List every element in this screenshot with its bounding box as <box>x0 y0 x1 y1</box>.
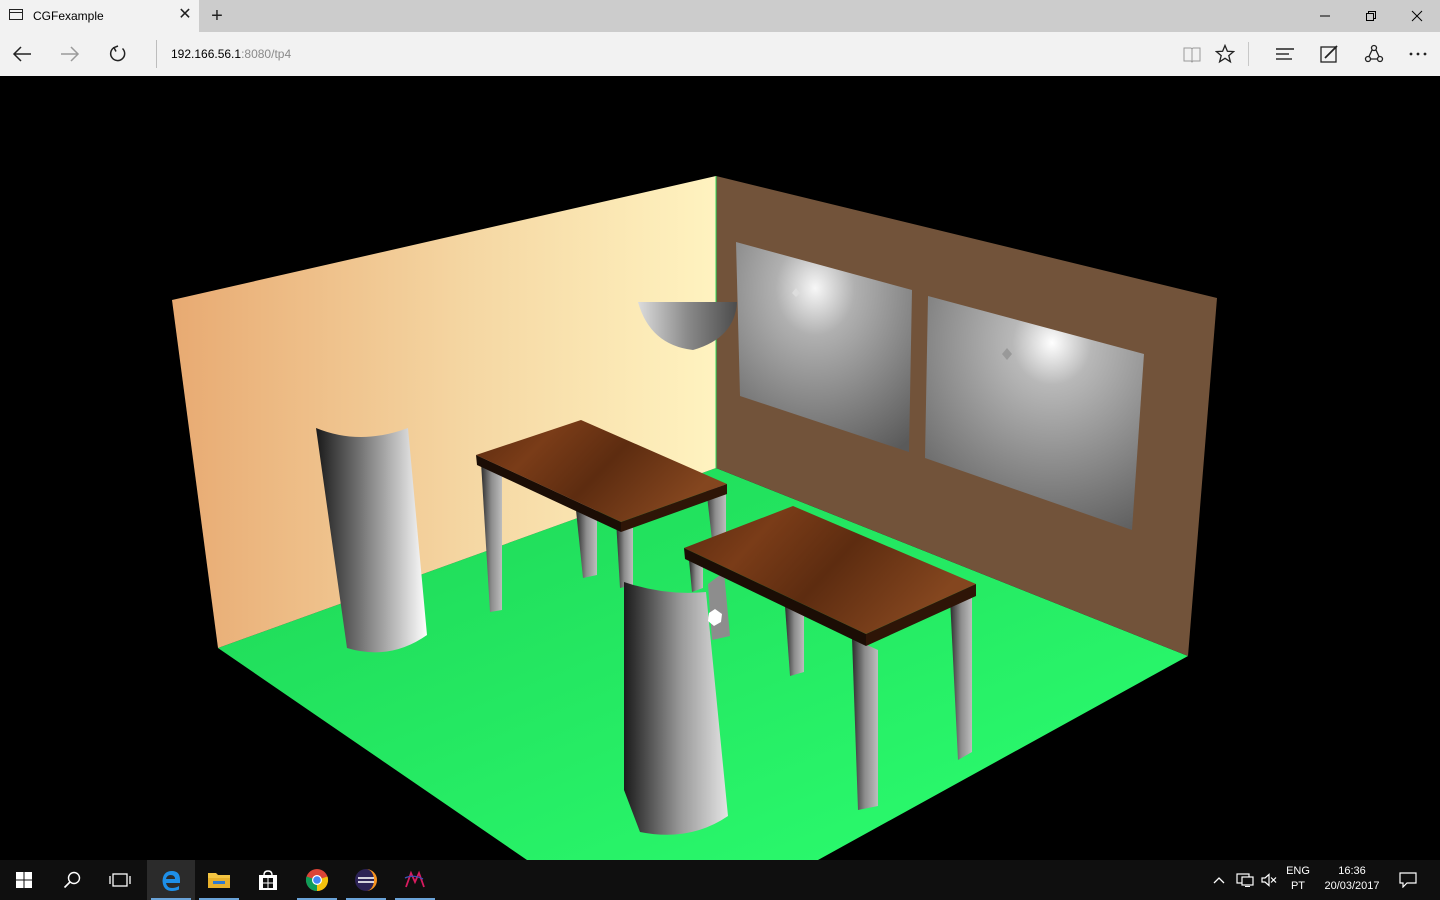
clock-time: 16:36 <box>1338 865 1366 877</box>
notification-icon <box>1399 872 1417 888</box>
minimize-button[interactable] <box>1302 0 1348 32</box>
clock-button[interactable]: 16:36 20/03/2017 <box>1318 864 1386 894</box>
taskbar-chrome[interactable] <box>293 860 341 900</box>
close-window-button[interactable] <box>1394 0 1440 32</box>
forward-button[interactable] <box>48 32 92 76</box>
share-button[interactable] <box>1352 32 1396 76</box>
taskbar-eclipse[interactable] <box>342 860 390 900</box>
forward-arrow-icon <box>61 46 80 62</box>
tab-cgfexample[interactable]: CGFexample ✕ <box>0 0 199 32</box>
reading-view-icon <box>1183 47 1201 63</box>
address-toolbar: 192.166.56.1:8080/tp4 <box>0 32 1440 76</box>
page-icon <box>9 9 23 20</box>
star-icon <box>1215 44 1235 64</box>
task-view-button[interactable] <box>96 860 144 900</box>
search-icon <box>63 871 81 889</box>
taskbar: ENG PT 16:36 20/03/2017 <box>0 860 1440 900</box>
url-path: :8080/tp4 <box>241 47 292 61</box>
taskbar-app[interactable] <box>391 860 439 900</box>
tab-strip: CGFexample ✕ + <box>0 0 1440 32</box>
hub-button[interactable] <box>1263 32 1307 76</box>
address-divider <box>156 40 157 68</box>
taskbar-store[interactable] <box>244 860 292 900</box>
app-logo-icon <box>404 870 425 888</box>
show-hidden-icons-button[interactable] <box>1208 860 1230 900</box>
minimize-icon <box>1320 15 1330 17</box>
hub-icon <box>1276 48 1294 60</box>
url-host: 192.166.56.1 <box>171 47 242 61</box>
search-button[interactable] <box>48 860 96 900</box>
back-arrow-icon <box>12 46 31 62</box>
start-button[interactable] <box>0 860 48 900</box>
clock-date: 20/03/2017 <box>1324 880 1380 892</box>
task-view-icon <box>109 873 131 887</box>
tab-title: CGFexample <box>33 9 104 23</box>
network-icon <box>1236 873 1254 887</box>
web-note-icon <box>1320 45 1338 63</box>
chrome-icon <box>305 869 329 892</box>
favorite-button[interactable] <box>1203 32 1247 76</box>
network-button[interactable] <box>1232 860 1258 900</box>
new-tab-button[interactable]: + <box>206 5 228 27</box>
refresh-button[interactable] <box>96 32 140 76</box>
refresh-icon <box>109 45 126 62</box>
volume-muted-icon <box>1261 873 1277 887</box>
keyboard-layout: PT <box>1290 880 1306 892</box>
restore-button[interactable] <box>1348 0 1394 32</box>
back-button[interactable] <box>0 32 44 76</box>
volume-button[interactable] <box>1258 860 1280 900</box>
store-icon <box>259 870 277 890</box>
address-field[interactable]: 192.166.56.1:8080/tp4 <box>171 47 291 61</box>
edge-icon <box>162 871 180 891</box>
web-note-button[interactable] <box>1307 32 1351 76</box>
toolbar-divider <box>1248 42 1249 66</box>
taskbar-edge[interactable] <box>147 860 195 900</box>
share-icon <box>1364 44 1384 63</box>
close-icon <box>1411 10 1423 22</box>
input-language-button[interactable]: ENG PT <box>1281 864 1315 894</box>
folder-icon <box>208 873 230 888</box>
chevron-up-icon <box>1213 877 1225 884</box>
close-tab-icon[interactable]: ✕ <box>176 6 194 24</box>
language-code: ENG <box>1286 865 1310 877</box>
taskbar-file-explorer[interactable] <box>195 860 243 900</box>
more-button[interactable] <box>1396 32 1440 76</box>
restore-icon <box>1366 11 1376 21</box>
action-center-button[interactable] <box>1392 860 1424 900</box>
webgl-canvas[interactable] <box>0 76 1440 860</box>
eclipse-icon <box>355 869 377 891</box>
more-icon <box>1409 52 1427 56</box>
windows-icon <box>16 872 32 888</box>
room-scene <box>0 76 1440 860</box>
